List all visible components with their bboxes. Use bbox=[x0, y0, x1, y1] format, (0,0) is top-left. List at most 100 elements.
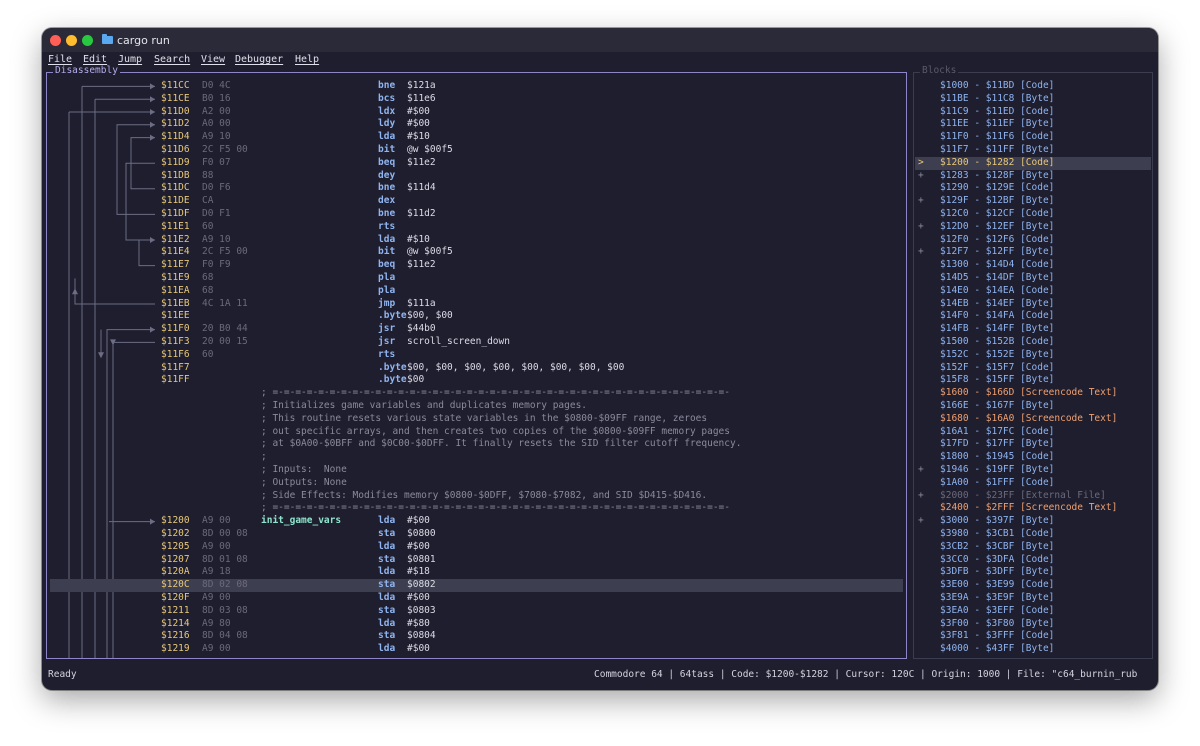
block-item[interactable]: $11BE - $11C8 [Byte] bbox=[915, 93, 1151, 106]
comment-line[interactable]: ; out specific arrays, and then creates … bbox=[50, 426, 903, 439]
comment-line[interactable]: ; bbox=[50, 451, 903, 464]
disassembly-panel[interactable]: Disassembly $11CC D0 4C bne $121a $11CE B0 16… bbox=[46, 65, 907, 659]
block-item[interactable]: $3CC0 - $3DFA [Code] bbox=[915, 554, 1151, 567]
block-item[interactable]: $3CB2 - $3CBF [Byte] bbox=[915, 541, 1151, 554]
code-line[interactable]: $11EA 68 pla bbox=[50, 285, 903, 298]
code-line[interactable]: $1200 A9 00 init_game_vars lda #$00 bbox=[50, 515, 903, 528]
block-item[interactable]: > $1200 - $1282 [Code] bbox=[915, 156, 1151, 170]
code-line[interactable]: $11DC D0 F6 bne $11d4 bbox=[50, 182, 903, 195]
block-item[interactable]: $15F8 - $15FF [Byte] bbox=[915, 374, 1151, 387]
menu-edit[interactable]: Edit bbox=[83, 54, 107, 65]
close-window-button[interactable] bbox=[50, 35, 61, 46]
block-item[interactable]: + $12F7 - $12FF [Byte] bbox=[915, 246, 1151, 259]
menu-jump[interactable]: Jump bbox=[118, 54, 142, 65]
block-item[interactable]: $17FD - $17FF [Byte] bbox=[915, 438, 1151, 451]
block-item[interactable]: $3DFB - $3DFF [Byte] bbox=[915, 566, 1151, 579]
menu-debugger[interactable]: Debugger bbox=[235, 54, 283, 65]
code-line[interactable]: $11CC D0 4C bne $121a bbox=[50, 80, 903, 93]
block-item[interactable]: $12C0 - $12CF [Code] bbox=[915, 208, 1151, 221]
comment-line[interactable]: ; Side Effects: Modifies memory $0800-$0… bbox=[50, 490, 903, 503]
block-item[interactable]: $1800 - $1945 [Code] bbox=[915, 451, 1151, 464]
code-line[interactable]: $11DB 88 dey bbox=[50, 170, 903, 183]
block-item[interactable]: $1600 - $166D [Screencode Text] bbox=[915, 387, 1151, 400]
block-item[interactable]: $1000 - $11BD [Code] bbox=[915, 80, 1151, 93]
zoom-window-button[interactable] bbox=[82, 35, 93, 46]
minimize-window-button[interactable] bbox=[66, 35, 77, 46]
code-line[interactable]: $1211 8D 03 08 sta $0803 bbox=[50, 605, 903, 618]
block-item[interactable]: $3980 - $3CB1 [Code] bbox=[915, 528, 1151, 541]
block-item[interactable]: $16A1 - $17FC [Code] bbox=[915, 426, 1151, 439]
code-line[interactable]: $11E9 68 pla bbox=[50, 272, 903, 285]
code-line[interactable]: $1202 8D 00 08 sta $0800 bbox=[50, 528, 903, 541]
block-item[interactable]: $14E0 - $14EA [Code] bbox=[915, 285, 1151, 298]
code-line[interactable]: $11D4 A9 10 lda #$10 bbox=[50, 131, 903, 144]
code-line[interactable]: $11DF D0 F1 bne $11d2 bbox=[50, 208, 903, 221]
code-line[interactable]: $120A A9 18 lda #$18 bbox=[50, 566, 903, 579]
block-item[interactable]: $14D5 - $14DF [Byte] bbox=[915, 272, 1151, 285]
code-line[interactable]: $11D0 A2 00 ldx #$00 bbox=[50, 106, 903, 119]
block-item[interactable]: $11C9 - $11ED [Code] bbox=[915, 106, 1151, 119]
block-item[interactable]: $3F81 - $3FFF [Code] bbox=[915, 630, 1151, 643]
code-line[interactable]: $11F0 20 B0 44 jsr $44b0 bbox=[50, 323, 903, 336]
blocks-panel[interactable]: Blocks $1000 - $11BD [Code] $11BE - $11C8… bbox=[913, 65, 1153, 659]
block-item[interactable]: $14F0 - $14FA [Code] bbox=[915, 310, 1151, 323]
block-item[interactable]: $12F0 - $12F6 [Code] bbox=[915, 234, 1151, 247]
code-line[interactable]: $11FF .byte $00 bbox=[50, 374, 903, 387]
block-item[interactable]: + $129F - $12BF [Byte] bbox=[915, 195, 1151, 208]
block-item[interactable]: + $12D0 - $12EF [Byte] bbox=[915, 221, 1151, 234]
comment-line[interactable]: ; This routine resets various state vari… bbox=[50, 413, 903, 426]
block-item[interactable]: $4000 - $43FF [Byte] bbox=[915, 643, 1151, 656]
code-line[interactable]: $11D2 A0 00 ldy #$00 bbox=[50, 118, 903, 131]
comment-line[interactable]: ; =-=-=-=-=-=-=-=-=-=-=-=-=-=-=-=-=-=-=-… bbox=[50, 387, 903, 400]
comment-line[interactable]: ; Initializes game variables and duplica… bbox=[50, 400, 903, 413]
block-item[interactable]: $2400 - $2FFF [Screencode Text] bbox=[915, 502, 1151, 515]
comment-line[interactable]: ; at $0A00-$0BFF and $0C00-$0DFF. It fin… bbox=[50, 438, 903, 451]
block-item[interactable]: $166E - $167F [Byte] bbox=[915, 400, 1151, 413]
block-item[interactable]: $152F - $15F7 [Code] bbox=[915, 362, 1151, 375]
block-item[interactable]: $3F00 - $3F80 [Byte] bbox=[915, 618, 1151, 631]
code-line[interactable]: $11F3 20 00 15 jsr scroll_screen_down bbox=[50, 336, 903, 349]
menu-file[interactable]: File bbox=[48, 54, 72, 65]
block-item[interactable]: + $2000 - $23FF [External File] bbox=[915, 490, 1151, 503]
menu-view[interactable]: View bbox=[201, 54, 225, 65]
comment-line[interactable]: ; Inputs: None bbox=[50, 464, 903, 477]
block-item[interactable]: $14EB - $14EF [Byte] bbox=[915, 298, 1151, 311]
menu-search[interactable]: Search bbox=[154, 54, 190, 65]
comment-line[interactable]: ; =-=-=-=-=-=-=-=-=-=-=-=-=-=-=-=-=-=-=-… bbox=[50, 502, 903, 515]
block-item[interactable]: $11F7 - $11FF [Byte] bbox=[915, 144, 1151, 157]
block-item[interactable]: $3EA0 - $3EFF [Code] bbox=[915, 605, 1151, 618]
code-line[interactable]: $11E1 60 rts bbox=[50, 221, 903, 234]
block-item[interactable]: + $3000 - $397F [Byte] bbox=[915, 515, 1151, 528]
code-line[interactable]: $11D9 F0 07 beq $11e2 bbox=[50, 157, 903, 170]
code-line[interactable]: $1205 A9 00 lda #$00 bbox=[50, 541, 903, 554]
code-line[interactable]: $1219 A9 00 lda #$00 bbox=[50, 643, 903, 656]
code-line[interactable]: $1207 8D 01 08 sta $0801 bbox=[50, 554, 903, 567]
block-item[interactable]: $1A00 - $1FFF [Code] bbox=[915, 477, 1151, 490]
block-item[interactable]: $3E00 - $3E99 [Code] bbox=[915, 579, 1151, 592]
code-line[interactable]: $11EE .byte $00, $00 bbox=[50, 310, 903, 323]
code-line[interactable]: $11E2 A9 10 lda #$10 bbox=[50, 234, 903, 247]
block-item[interactable]: $1500 - $152B [Code] bbox=[915, 336, 1151, 349]
code-line[interactable]: $11CE B0 16 bcs $11e6 bbox=[50, 93, 903, 106]
code-line[interactable]: $11E4 2C F5 00 bit @w $00f5 bbox=[50, 246, 903, 259]
code-line[interactable]: $120F A9 00 lda #$00 bbox=[50, 592, 903, 605]
code-line[interactable]: $11DE CA dex bbox=[50, 195, 903, 208]
code-line[interactable]: $1214 A9 80 lda #$80 bbox=[50, 618, 903, 631]
block-item[interactable]: $14FB - $14FF [Byte] bbox=[915, 323, 1151, 336]
block-item[interactable]: $1680 - $16A0 [Screencode Text] bbox=[915, 413, 1151, 426]
block-item[interactable]: $11EE - $11EF [Byte] bbox=[915, 118, 1151, 131]
code-line[interactable]: $120C 8D 02 08 sta $0802 bbox=[50, 579, 903, 592]
code-line[interactable]: $11F7 .byte $00, $00, $00, $00, $00, $00, … bbox=[50, 362, 903, 375]
block-item[interactable]: $1300 - $14D4 [Code] bbox=[915, 259, 1151, 272]
comment-line[interactable]: ; Outputs: None bbox=[50, 477, 903, 490]
block-item[interactable]: $11F0 - $11F6 [Code] bbox=[915, 131, 1151, 144]
block-item[interactable]: $152C - $152E [Byte] bbox=[915, 349, 1151, 362]
code-line[interactable]: $11D6 2C F5 00 bit @w $00f5 bbox=[50, 144, 903, 157]
block-item[interactable]: + $1283 - $128F [Byte] bbox=[915, 170, 1151, 183]
block-item[interactable]: $1290 - $129E [Code] bbox=[915, 182, 1151, 195]
menu-help[interactable]: Help bbox=[295, 54, 319, 65]
code-line[interactable]: $11EB 4C 1A 11 jmp $111a bbox=[50, 298, 903, 311]
block-item[interactable]: + $1946 - $19FF [Byte] bbox=[915, 464, 1151, 477]
code-line[interactable]: $1216 8D 04 08 sta $0804 bbox=[50, 630, 903, 643]
code-line[interactable]: $11E7 F0 F9 beq $11e2 bbox=[50, 259, 903, 272]
